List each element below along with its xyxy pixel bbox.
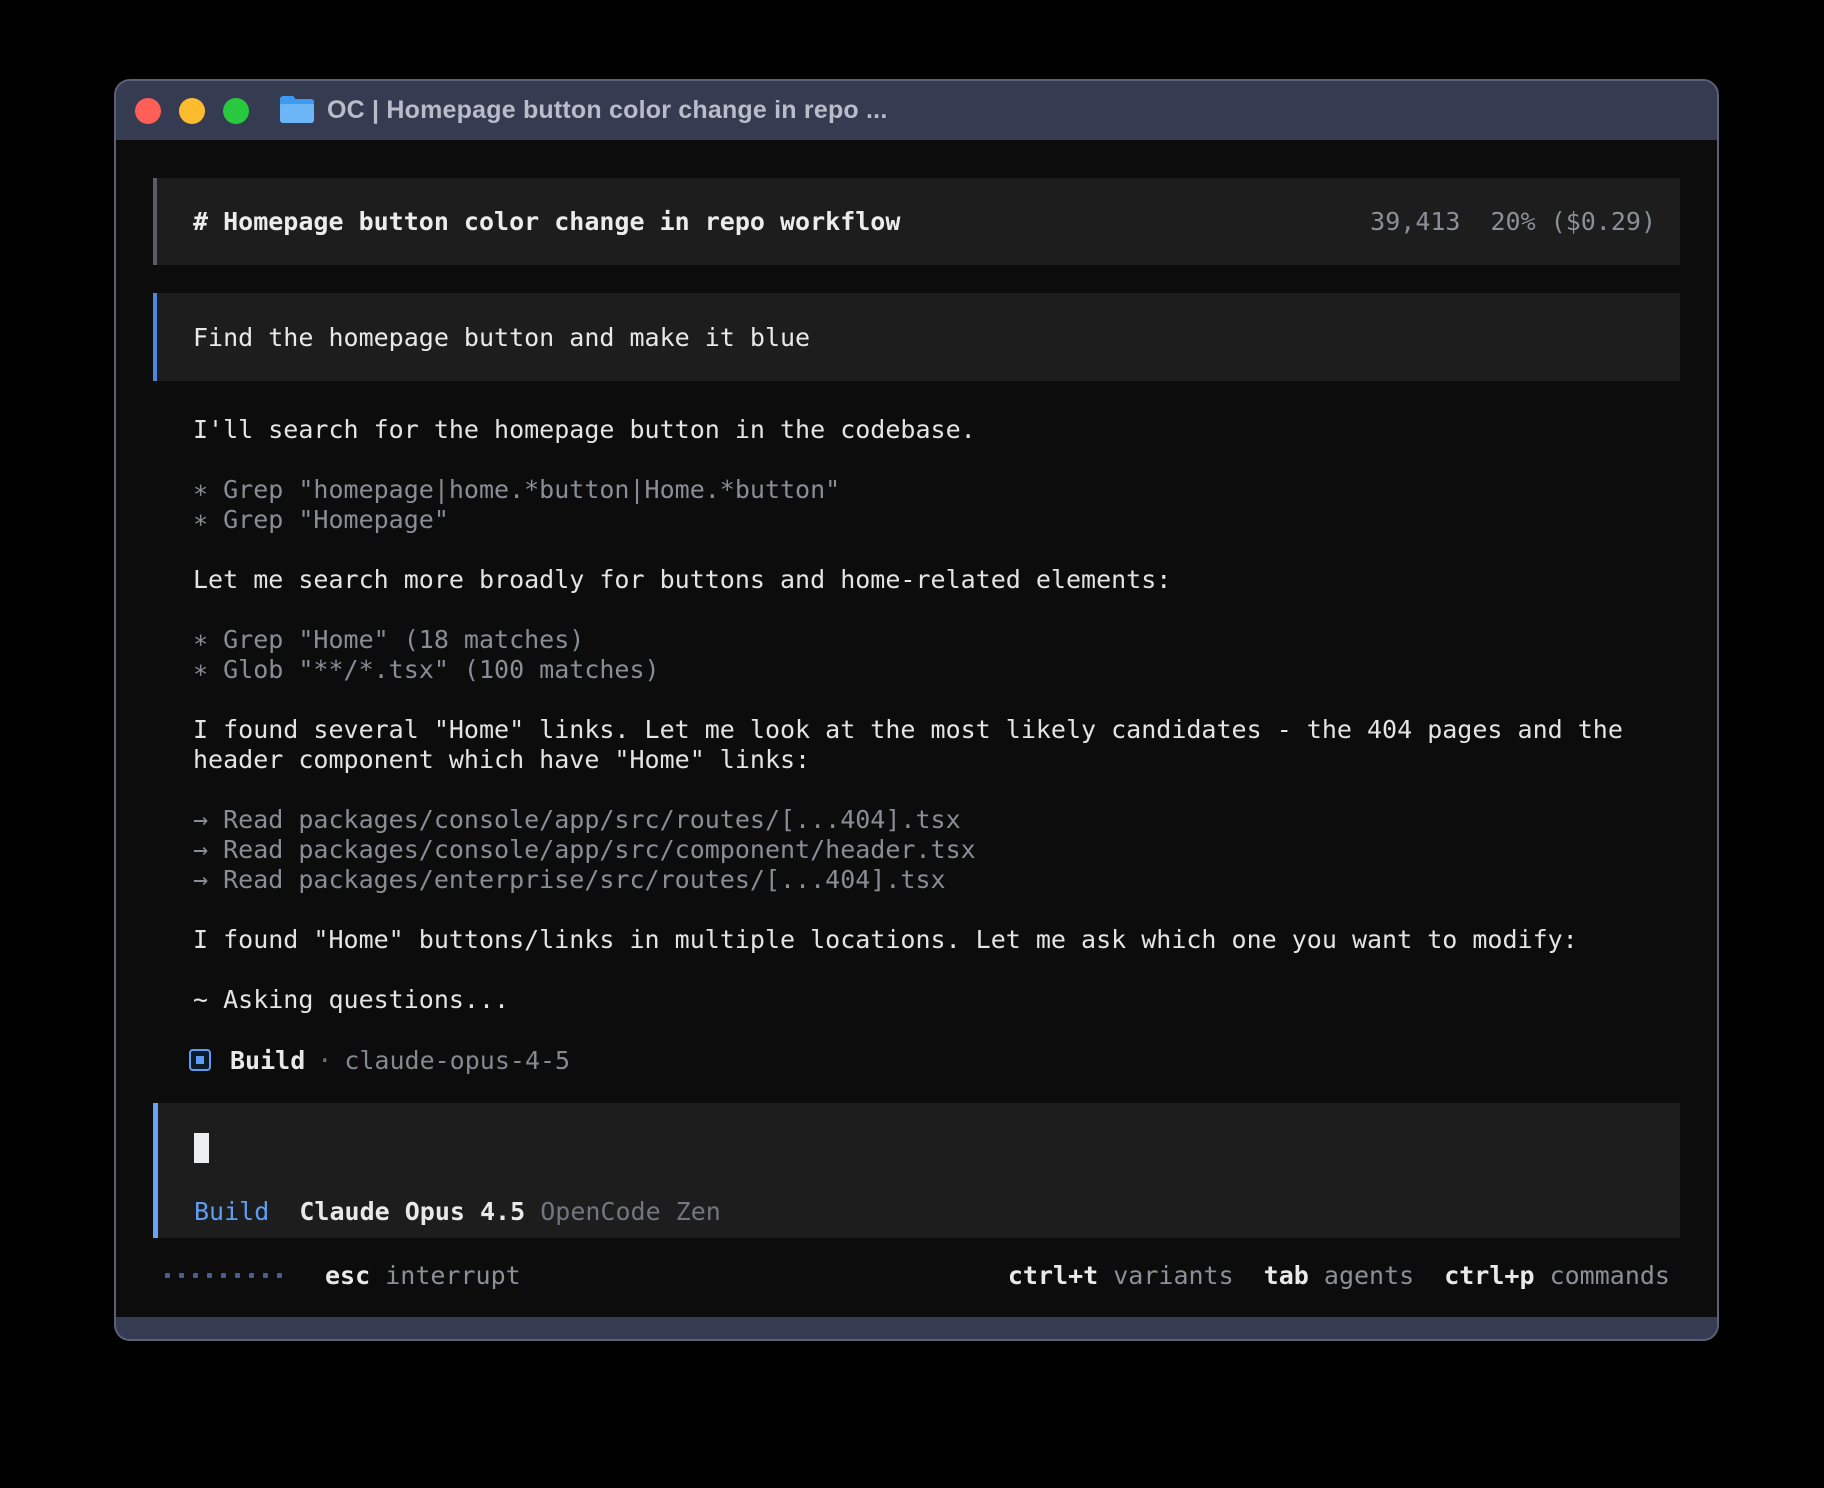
spinner-dot (193, 1273, 198, 1278)
assistant-text-line: I found "Home" buttons/links in multiple… (193, 925, 1680, 955)
spinner-dot (221, 1273, 226, 1278)
assistant-text-group: I found "Home" buttons/links in multiple… (193, 925, 1680, 955)
session-header: # Homepage button color change in repo w… (153, 178, 1680, 265)
spinner-dot (235, 1273, 240, 1278)
keybinding-hint: esc interrupt (325, 1261, 521, 1290)
minimize-button[interactable] (179, 98, 205, 124)
assistant-text-group: Let me search more broadly for buttons a… (193, 565, 1680, 595)
session-stats: 39,413 20% ($0.29) (1370, 207, 1656, 236)
assistant-text-line: I found several "Home" links. Let me loo… (193, 715, 1680, 745)
assistant-text-line: I'll search for the homepage button in t… (193, 415, 1680, 445)
window-bottom-edge (116, 1317, 1717, 1339)
prompt-input[interactable]: Build Claude Opus 4.5 OpenCode Zen (153, 1103, 1680, 1238)
spinner-dots-icon (165, 1273, 291, 1278)
agent-model: claude-opus-4-5 (344, 1046, 570, 1075)
assistant-transcript: I'll search for the homepage button in t… (153, 415, 1680, 1015)
input-model-label: Claude Opus 4.5 (299, 1197, 525, 1227)
tool-call-group: → Read packages/console/app/src/routes/[… (193, 805, 1680, 895)
assistant-text-line: Let me search more broadly for buttons a… (193, 565, 1680, 595)
input-provider-label: OpenCode Zen (540, 1197, 721, 1227)
terminal-content: # Homepage button color change in repo w… (116, 140, 1717, 1317)
spinner-dot (165, 1273, 170, 1278)
agent-separator: · (317, 1046, 332, 1075)
user-message: Find the homepage button and make it blu… (153, 293, 1680, 381)
terminal-window: OC | Homepage button color change in rep… (114, 79, 1719, 1341)
window-title: OC | Homepage button color change in rep… (327, 96, 887, 125)
hint-label: commands (1550, 1261, 1670, 1290)
hint-label: variants (1113, 1261, 1233, 1290)
tool-call-line: ∗ Glob "**/*.tsx" (100 matches) (193, 655, 1680, 685)
assistant-text-group: I found several "Home" links. Let me loo… (193, 715, 1680, 775)
spinner-dot (263, 1273, 268, 1278)
spinner-dot (277, 1273, 282, 1278)
token-count: 39,413 (1370, 207, 1460, 236)
tool-call-line: → Read packages/enterprise/src/routes/[.… (193, 865, 1680, 895)
tool-call-line: ∗ Grep "Home" (18 matches) (193, 625, 1680, 655)
folder-icon (280, 97, 314, 125)
assistant-text-line: header component which have "Home" links… (193, 745, 1680, 775)
keybinding-hint: ctrl+t variants (1008, 1261, 1234, 1290)
hint-key: ctrl+p (1444, 1261, 1534, 1290)
hint-label: agents (1324, 1261, 1414, 1290)
status-bar-left: esc interrupt (165, 1261, 521, 1290)
tool-call-group: ∗ Grep "Home" (18 matches)∗ Glob "**/*.t… (193, 625, 1680, 685)
spinner-dot (207, 1273, 212, 1278)
assistant-text-line: ~ Asking questions... (193, 985, 1680, 1015)
tool-call-line: ∗ Grep "Homepage" (193, 505, 1680, 535)
agent-status-row: Build · claude-opus-4-5 (153, 1045, 1680, 1075)
text-cursor (194, 1133, 209, 1163)
assistant-text-group: ~ Asking questions... (193, 985, 1680, 1015)
title-bar[interactable]: OC | Homepage button color change in rep… (116, 81, 1717, 140)
hint-key: tab (1264, 1261, 1309, 1290)
status-bar: esc interrupt ctrl+t variantstab agentsc… (153, 1252, 1680, 1298)
keybinding-hint: ctrl+p commands (1444, 1261, 1670, 1290)
session-title: # Homepage button color change in repo w… (193, 207, 900, 236)
left-hints: esc interrupt (325, 1261, 521, 1290)
user-message-text: Find the homepage button and make it blu… (193, 323, 810, 352)
agent-name: Build (230, 1046, 305, 1075)
right-hints: ctrl+t variants tab agents ctrl+p commands (978, 1261, 1670, 1290)
hint-label: interrupt (385, 1261, 520, 1290)
keybinding-hint: tab agents (1264, 1261, 1415, 1290)
tool-call-line: → Read packages/console/app/src/componen… (193, 835, 1680, 865)
tool-call-line: → Read packages/console/app/src/routes/[… (193, 805, 1680, 835)
hint-key: ctrl+t (1008, 1261, 1098, 1290)
zoom-button[interactable] (223, 98, 249, 124)
tool-call-line: ∗ Grep "homepage|home.*button|Home.*butt… (193, 475, 1680, 505)
hint-key: esc (325, 1261, 370, 1290)
build-badge-icon (189, 1049, 211, 1071)
close-button[interactable] (135, 98, 161, 124)
model-status-line: Build Claude Opus 4.5 OpenCode Zen (194, 1197, 1680, 1227)
spinner-dot (179, 1273, 184, 1278)
assistant-text-group: I'll search for the homepage button in t… (193, 415, 1680, 445)
context-percent: 20% (1490, 207, 1535, 236)
spinner-dot (249, 1273, 254, 1278)
tool-call-group: ∗ Grep "homepage|home.*button|Home.*butt… (193, 475, 1680, 535)
input-agent-label: Build (194, 1197, 269, 1227)
session-cost: ($0.29) (1551, 207, 1656, 236)
